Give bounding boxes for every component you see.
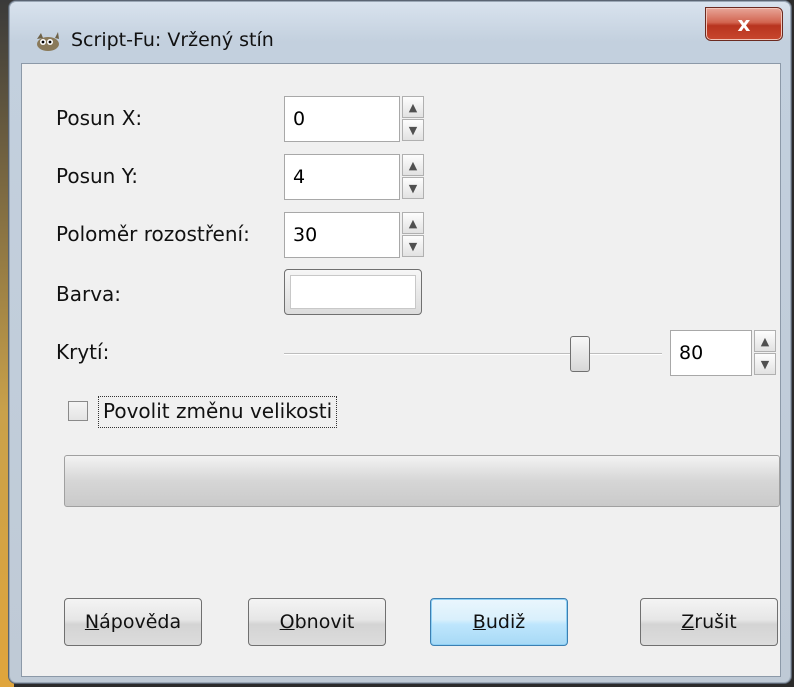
help-button-label: ápověda [99, 611, 182, 633]
reset-button-label: bnovit [294, 611, 355, 633]
close-button[interactable]: x [705, 7, 783, 41]
cancel-button[interactable]: Zrušit [640, 598, 778, 646]
cancel-button-mnemonic: Z [681, 611, 695, 633]
ok-button-mnemonic: B [472, 611, 486, 633]
offset-x-value: 0 [293, 108, 306, 130]
arrow-up-icon[interactable]: ▲ [402, 96, 424, 118]
arrow-down-icon[interactable]: ▼ [402, 119, 424, 141]
resize-checkbox[interactable] [68, 401, 88, 421]
gimp-wilber-icon [37, 32, 59, 51]
close-icon: x [737, 12, 751, 36]
offset-y-stepper: ▲ ▼ [402, 154, 424, 200]
offset-x-stepper: ▲ ▼ [402, 96, 424, 142]
color-swatch [290, 275, 416, 309]
window-title: Script-Fu: Vržený stín [71, 29, 274, 51]
dialog-content: Posun X: 0 ▲ ▼ Posun Y: 4 ▲ ▼ Poloměr ro… [21, 63, 781, 677]
reset-button-mnemonic: O [279, 611, 295, 633]
color-picker-button[interactable] [284, 269, 422, 315]
reset-button[interactable]: Obnovit [248, 598, 386, 646]
offset-x-input[interactable]: 0 [284, 96, 400, 142]
ok-button-label: udiž [485, 611, 526, 633]
blur-radius-value: 30 [293, 224, 318, 246]
title-bar: Script-Fu: Vržený stín x [9, 1, 791, 63]
offset-x-label: Posun X: [56, 106, 143, 130]
opacity-value: 80 [679, 342, 704, 364]
opacity-input[interactable]: 80 [670, 330, 752, 376]
opacity-slider-track[interactable] [284, 353, 662, 355]
cancel-button-label: rušit [694, 611, 737, 633]
blur-radius-input[interactable]: 30 [284, 212, 400, 258]
help-button[interactable]: Nápověda [64, 598, 202, 646]
blur-radius-stepper: ▲ ▼ [402, 212, 424, 258]
offset-y-input[interactable]: 4 [284, 154, 400, 200]
offset-y-label: Posun Y: [56, 164, 139, 188]
arrow-up-icon[interactable]: ▲ [754, 330, 776, 352]
resize-checkbox-label[interactable]: Povolit změnu velikosti [98, 396, 338, 428]
arrow-down-icon[interactable]: ▼ [402, 235, 424, 257]
help-button-mnemonic: N [84, 611, 100, 633]
dialog-window: Script-Fu: Vržený stín x Posun X: 0 ▲ ▼ … [8, 0, 792, 684]
blur-radius-label: Poloměr rozostření: [56, 222, 250, 246]
arrow-down-icon[interactable]: ▼ [402, 177, 424, 199]
color-label: Barva: [56, 282, 122, 306]
arrow-up-icon[interactable]: ▲ [402, 154, 424, 176]
progress-bar [64, 455, 780, 507]
opacity-slider-handle[interactable] [570, 336, 590, 372]
opacity-stepper: ▲ ▼ [754, 330, 776, 376]
offset-y-value: 4 [293, 166, 306, 188]
arrow-down-icon[interactable]: ▼ [754, 353, 776, 375]
arrow-up-icon[interactable]: ▲ [402, 212, 424, 234]
opacity-label: Krytí: [56, 340, 110, 364]
ok-button[interactable]: Budiž [430, 598, 568, 646]
